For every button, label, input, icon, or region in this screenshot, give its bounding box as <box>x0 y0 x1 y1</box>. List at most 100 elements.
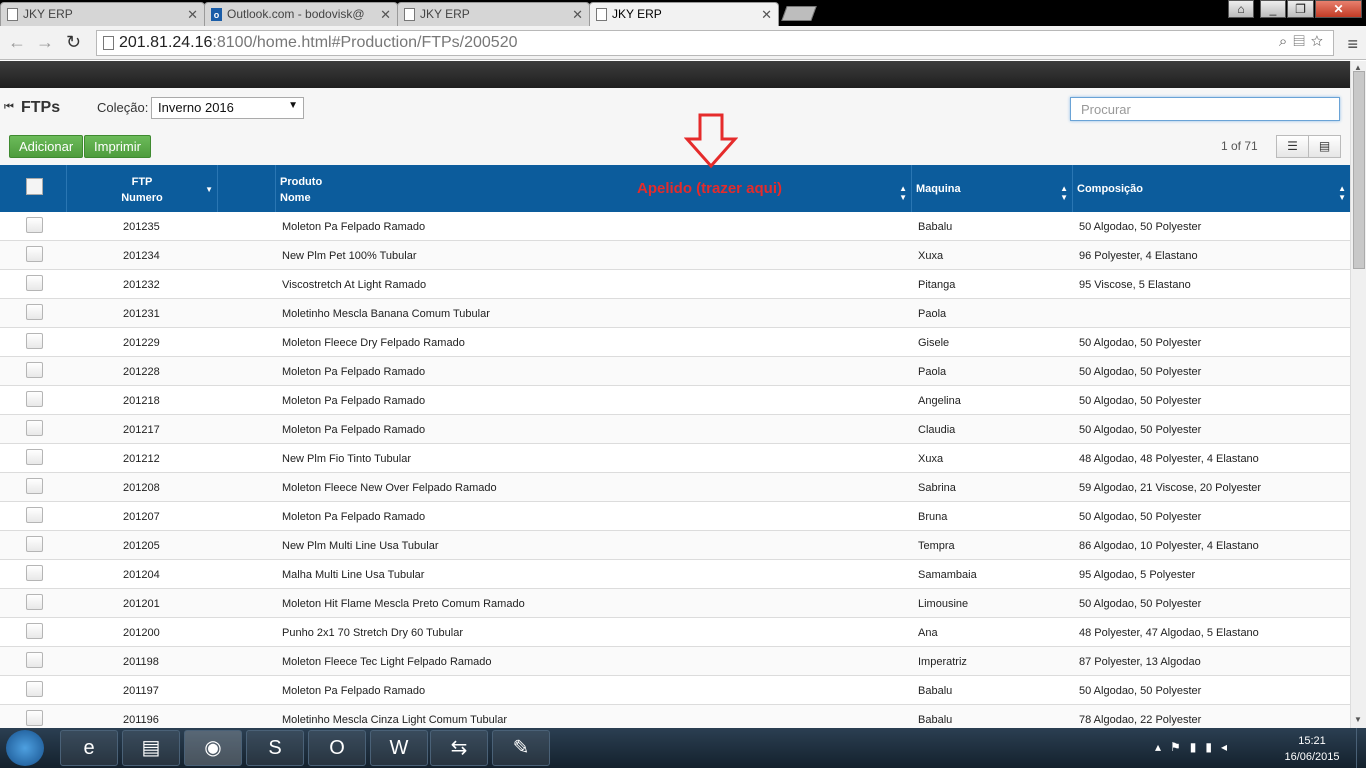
cell-produto-nome: Punho 2x1 70 Stretch Dry 60 Tubular <box>282 627 463 639</box>
table-row[interactable]: 201218 Moleton Pa Felpado Ramado Angelina 5… <box>0 386 1350 415</box>
close-icon[interactable]: ✕ <box>572 7 583 23</box>
row-checkbox[interactable] <box>26 681 43 697</box>
row-checkbox[interactable] <box>26 565 43 581</box>
cell-produto-nome: Moletinho Mescla Banana Comum Tubular <box>282 308 490 320</box>
cell-ftp-numero: 201218 <box>123 395 160 407</box>
word-icon[interactable]: W <box>370 730 428 766</box>
row-checkbox[interactable] <box>26 623 43 639</box>
page-scrollbar[interactable]: ▲ ▼ <box>1350 61 1366 728</box>
print-button[interactable]: Imprimir <box>84 135 151 158</box>
row-checkbox[interactable] <box>26 420 43 436</box>
row-checkbox[interactable] <box>26 275 43 291</box>
windows-start-icon[interactable] <box>6 730 44 766</box>
row-checkbox[interactable] <box>26 304 43 320</box>
table-row[interactable]: 201205 New Plm Multi Line Usa Tubular Temp… <box>0 531 1350 560</box>
window-close-button[interactable]: ✕ <box>1315 0 1362 18</box>
maximize-button[interactable]: ❐ <box>1287 0 1314 18</box>
skype-icon[interactable]: S <box>246 730 304 766</box>
list-view-icon[interactable]: ☰ <box>1276 135 1309 158</box>
close-icon[interactable]: ✕ <box>380 7 391 23</box>
address-bar[interactable]: 201.81.24.16:8100/home.html#Production/F… <box>96 30 1334 56</box>
form-view-icon[interactable]: ▤ <box>1308 135 1341 158</box>
row-checkbox[interactable] <box>26 217 43 233</box>
row-checkbox[interactable] <box>26 710 43 726</box>
outlook-icon[interactable]: O <box>308 730 366 766</box>
row-checkbox[interactable] <box>26 246 43 262</box>
chrome-icon[interactable]: ◉ <box>184 730 242 766</box>
row-checkbox[interactable] <box>26 507 43 523</box>
cell-composicao: 59 Algodao, 21 Viscose, 20 Polyester <box>1079 482 1262 494</box>
table-row[interactable]: 201200 Punho 2x1 70 Stretch Dry 60 Tubula… <box>0 618 1350 647</box>
back-arrow-icon[interactable]: ← <box>8 32 26 53</box>
close-icon[interactable]: ✕ <box>187 7 198 23</box>
table-row[interactable]: 201212 New Plm Fio Tinto Tubular Xuxa 48 Al… <box>0 444 1350 473</box>
row-checkbox[interactable] <box>26 536 43 552</box>
sort-desc-icon: ▼ <box>205 185 213 194</box>
sort-icon: ▲ ▼ <box>1060 184 1068 202</box>
row-checkbox[interactable] <box>26 449 43 465</box>
minimize-button[interactable]: _ <box>1260 0 1286 18</box>
table-row[interactable]: 201231 Moletinho Mescla Banana Comum Tubu… <box>0 299 1350 328</box>
column-composicao[interactable]: Composição ▲ ▼ <box>1073 165 1350 212</box>
teamviewer-icon[interactable]: ⇆ <box>430 730 488 766</box>
cell-maquina: Angelina <box>918 395 961 407</box>
browser-tab-1[interactable]: JKY ERP ✕ <box>0 2 205 26</box>
clock[interactable]: 15:21 16/06/2015 <box>1282 733 1342 765</box>
table-row[interactable]: 201235 Moleton Pa Felpado Ramado Babalu 50 … <box>0 212 1350 241</box>
table-row[interactable]: 201232 Viscostretch At Light Ramado Pitang… <box>0 270 1350 299</box>
table-row[interactable]: 201197 Moleton Pa Felpado Ramado Babalu 50 … <box>0 676 1350 705</box>
table-row[interactable]: 201208 Moleton Fleece New Over Felpado Ra… <box>0 473 1350 502</box>
chrome-menu-icon[interactable]: ≡ <box>1347 34 1358 55</box>
page-icon <box>404 8 415 21</box>
row-checkbox[interactable] <box>26 652 43 668</box>
cell-ftp-numero: 201201 <box>123 598 160 610</box>
table-row[interactable]: 201234 New Plm Pet 100% Tubular Xuxa 96 Pol… <box>0 241 1350 270</box>
row-checkbox[interactable] <box>26 362 43 378</box>
system-tray-icons[interactable]: ▴⚑▮▮◂ <box>1155 740 1236 754</box>
paint-icon[interactable]: ✎ <box>492 730 550 766</box>
table-row[interactable]: 201196 Moletinho Mescla Cinza Light Comum… <box>0 705 1350 728</box>
scroll-thumb[interactable] <box>1353 71 1365 269</box>
ie-icon[interactable]: e <box>60 730 118 766</box>
show-desktop-button[interactable] <box>1356 728 1366 768</box>
add-button[interactable]: Adicionar <box>9 135 84 158</box>
bookmark-star-icon[interactable]: ☆ <box>1311 33 1329 50</box>
row-checkbox[interactable] <box>26 391 43 407</box>
close-icon[interactable]: ✕ <box>761 7 772 23</box>
browser-tab-4[interactable]: JKY ERP ✕ <box>589 2 779 26</box>
colecao-select[interactable]: Inverno 2016 ▼ <box>151 97 304 119</box>
select-all-checkbox[interactable] <box>26 178 43 195</box>
table-row[interactable]: 201204 Malha Multi Line Usa Tubular Samamb… <box>0 560 1350 589</box>
cell-produto-nome: Moleton Hit Flame Mescla Preto Comum Ram… <box>282 598 525 610</box>
table-row[interactable]: 201217 Moleton Pa Felpado Ramado Claudia 50… <box>0 415 1350 444</box>
cell-composicao: 48 Polyester, 47 Algodao, 5 Elastano <box>1079 627 1259 639</box>
row-checkbox[interactable] <box>26 478 43 494</box>
browser-tab-2[interactable]: o Outlook.com - bodovisk@ ✕ <box>204 2 398 26</box>
cell-ftp-numero: 201232 <box>123 279 160 291</box>
table-row[interactable]: 201228 Moleton Pa Felpado Ramado Paola 50 A… <box>0 357 1350 386</box>
reload-icon[interactable]: ↻ <box>66 32 81 53</box>
cell-produto-nome: Moleton Pa Felpado Ramado <box>282 511 426 523</box>
browser-tab-3[interactable]: JKY ERP ✕ <box>397 2 590 26</box>
table-row[interactable]: 201229 Moleton Fleece Dry Felpado Ramado G… <box>0 328 1350 357</box>
new-tab-button[interactable] <box>781 6 817 21</box>
column-produto-nome[interactable]: Produto Nome ▲ ▼ <box>276 165 912 212</box>
explorer-icon[interactable]: ▤ <box>122 730 180 766</box>
forward-arrow-icon[interactable]: → <box>36 32 54 53</box>
scroll-down-icon[interactable]: ▼ <box>1354 715 1362 724</box>
table-row[interactable]: 201207 Moleton Pa Felpado Ramado Bruna 50 A… <box>0 502 1350 531</box>
translate-icon[interactable]: ▤ <box>1293 33 1310 50</box>
cell-composicao: 48 Algodao, 48 Polyester, 4 Elastano <box>1079 453 1259 465</box>
cell-maquina: Xuxa <box>918 453 944 465</box>
table-row[interactable]: 201201 Moleton Hit Flame Mescla Preto Com… <box>0 589 1350 618</box>
column-ftp-numero[interactable]: FTP Numero ▼ <box>67 165 218 212</box>
column-maquina[interactable]: Maquina ▲ ▼ <box>912 165 1073 212</box>
table-row[interactable]: 201198 Moleton Fleece Tec Light Felpado R… <box>0 647 1350 676</box>
user-icon[interactable]: ⌂ <box>1228 0 1254 18</box>
zoom-icon[interactable]: ⌕ <box>1279 33 1293 50</box>
collapse-icon[interactable]: ⏮ <box>4 101 14 114</box>
search-input[interactable] <box>1070 97 1340 121</box>
row-checkbox[interactable] <box>26 594 43 610</box>
row-checkbox[interactable] <box>26 333 43 349</box>
cell-produto-nome: Moleton Pa Felpado Ramado <box>282 685 426 697</box>
